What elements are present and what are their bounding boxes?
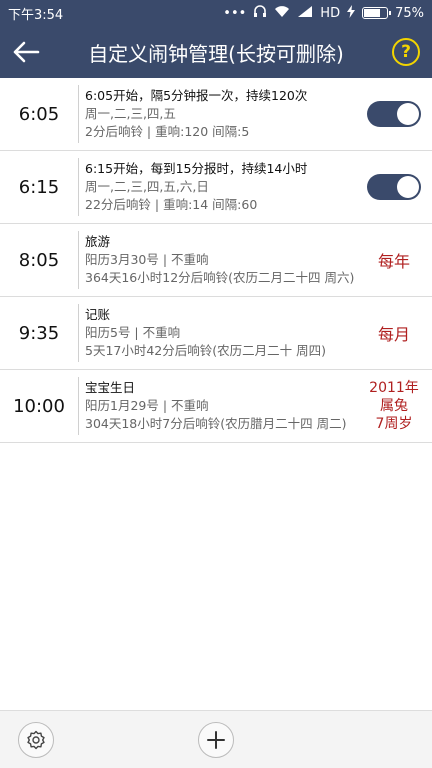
alarm-title: 旅游 xyxy=(85,234,111,249)
app-bar: 自定义闹钟管理(长按可删除) ? xyxy=(0,26,432,78)
repeat-zodiac: 属兔 xyxy=(379,398,408,414)
back-arrow-icon xyxy=(13,41,40,63)
alarm-title: 记账 xyxy=(85,307,111,322)
wifi-icon xyxy=(274,5,290,22)
alarm-detail: 5天17小时42分后响铃(农历二月二十 周四) xyxy=(85,343,326,358)
alarm-time: 10:00 xyxy=(13,395,65,417)
add-alarm-button[interactable] xyxy=(198,722,234,758)
signal-icon xyxy=(297,5,313,21)
repeat-label: 每月 xyxy=(377,325,410,344)
alarm-schedule: 周一,二,三,四,五,六,日 xyxy=(85,179,209,194)
alarm-row[interactable]: 6:15 6:15开始，每到15分报时，持续14小时 周一,二,三,四,五,六,… xyxy=(0,151,432,224)
repeat-year: 2011年 xyxy=(369,380,419,396)
gear-icon xyxy=(27,730,45,750)
alarm-time: 6:15 xyxy=(18,176,60,198)
toggle-knob xyxy=(397,103,419,125)
alarm-info: 旅游 阳历3月30号 | 不重响 364天16小时12分后响铃(农历二月二十四 … xyxy=(78,231,356,289)
alarm-schedule: 阳历1月29号 | 不重响 xyxy=(85,398,209,413)
battery-percent: 75% xyxy=(395,5,424,21)
help-button[interactable]: ? xyxy=(380,26,432,78)
status-bar: 下午3:54 ••• HD 75% xyxy=(0,0,432,26)
alarm-info: 记账 阳历5号 | 不重响 5天17小时42分后响铃(农历二月二十 周四) xyxy=(78,304,356,362)
status-time: 下午3:54 xyxy=(8,7,64,23)
alarm-detail: 304天18小时7分后响铃(农历腊月二十四 周二) xyxy=(85,416,347,431)
more-icon: ••• xyxy=(223,5,247,21)
status-icons: ••• HD 75% xyxy=(223,4,424,22)
alarm-info: 宝宝生日 阳历1月29号 | 不重响 304天18小时7分后响铃(农历腊月二十四… xyxy=(78,377,356,435)
alarm-schedule: 阳历3月30号 | 不重响 xyxy=(85,252,209,267)
alarm-time: 8:05 xyxy=(18,249,60,271)
bottom-bar xyxy=(0,710,432,768)
alarm-time: 6:05 xyxy=(18,103,60,125)
page-title: 自定义闹钟管理(长按可删除) xyxy=(88,41,344,66)
help-icon: ? xyxy=(392,38,420,66)
alarm-detail: 2分后响铃 | 重响:120 间隔:5 xyxy=(85,124,250,139)
alarm-info: 6:15开始，每到15分报时，持续14小时 周一,二,三,四,五,六,日 22分… xyxy=(78,158,356,216)
alarm-detail: 22分后响铃 | 重响:14 间隔:60 xyxy=(85,197,258,212)
charging-icon xyxy=(347,4,356,22)
back-button[interactable] xyxy=(0,26,52,78)
toggle-knob xyxy=(397,176,419,198)
repeat-label: 每年 xyxy=(377,252,410,271)
battery-icon xyxy=(362,7,392,19)
repeat-label: 2011年 属兔 7周岁 xyxy=(369,379,419,433)
alarm-detail: 364天16小时12分后响铃(农历二月二十四 周六) xyxy=(85,270,355,285)
network-type: HD xyxy=(320,5,341,21)
headset-icon xyxy=(253,4,267,22)
alarm-toggle[interactable] xyxy=(367,101,421,127)
alarm-row[interactable]: 8:05 旅游 阳历3月30号 | 不重响 364天16小时12分后响铃(农历二… xyxy=(0,224,432,297)
alarm-toggle[interactable] xyxy=(367,174,421,200)
alarm-schedule: 周一,二,三,四,五 xyxy=(85,106,176,121)
repeat-age: 7周岁 xyxy=(375,416,413,432)
alarm-row[interactable]: 9:35 记账 阳历5号 | 不重响 5天17小时42分后响铃(农历二月二十 周… xyxy=(0,297,432,370)
plus-icon xyxy=(207,731,225,749)
settings-button[interactable] xyxy=(18,722,54,758)
alarm-title: 6:15开始，每到15分报时，持续14小时 xyxy=(85,161,308,176)
alarm-info: 6:05开始，隔5分钟报一次，持续120次 周一,二,三,四,五 2分后响铃 |… xyxy=(78,85,356,143)
alarm-row[interactable]: 6:05 6:05开始，隔5分钟报一次，持续120次 周一,二,三,四,五 2分… xyxy=(0,78,432,151)
alarm-schedule: 阳历5号 | 不重响 xyxy=(85,325,181,340)
alarm-row[interactable]: 10:00 宝宝生日 阳历1月29号 | 不重响 304天18小时7分后响铃(农… xyxy=(0,370,432,443)
alarm-list: 6:05 6:05开始，隔5分钟报一次，持续120次 周一,二,三,四,五 2分… xyxy=(0,78,432,443)
alarm-title: 6:05开始，隔5分钟报一次，持续120次 xyxy=(85,88,308,103)
alarm-time: 9:35 xyxy=(18,322,60,344)
alarm-title: 宝宝生日 xyxy=(85,380,136,395)
